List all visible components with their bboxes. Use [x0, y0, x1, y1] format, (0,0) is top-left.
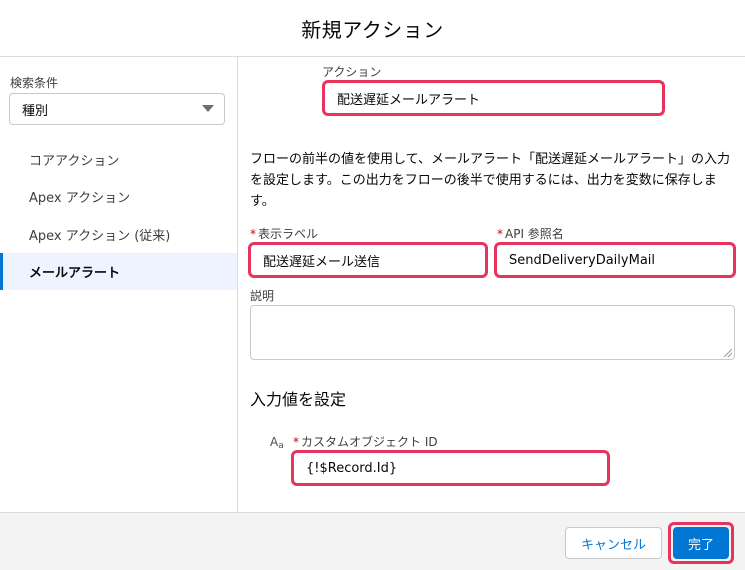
action-config-panel: アクション 配送遅延メールアラート フローの前半の値を使用して、メールアラート「… [238, 57, 745, 512]
sidebar-item-email-alerts[interactable]: メールアラート [0, 253, 237, 290]
modal-title: 新規アクション [301, 17, 444, 42]
explanation-textarea[interactable] [250, 305, 735, 360]
chevron-down-icon [202, 105, 214, 112]
custom-object-id-label: * カスタムオブジェクト ID [293, 433, 438, 450]
filter-label: 検索条件 [10, 76, 59, 90]
display-label-label: * 表示ラベル [250, 225, 318, 242]
required-mark: * [250, 227, 256, 241]
modal-footer: キャンセル 完了 [0, 512, 745, 570]
filter-select-value: 種別 [22, 103, 49, 119]
api-name-input[interactable]: SendDeliveryDailyMail [496, 244, 734, 276]
explanation-label: 説明 [250, 289, 275, 303]
sidebar-item-apex-actions-legacy[interactable]: Apex アクション (従来) [0, 216, 237, 253]
text-type-icon-sub: a [278, 441, 284, 451]
text-type-icon: Aa [270, 435, 284, 451]
display-label-input[interactable]: 配送遅延メール送信 [250, 244, 486, 276]
text-type-icon-main: A [270, 435, 279, 449]
sidebar-item-core-actions[interactable]: コアアクション [0, 141, 237, 178]
filter-type-select[interactable]: 種別 [9, 93, 225, 125]
api-name-text: API 参照名 [505, 227, 564, 241]
action-type-sidebar: 検索条件 種別 コアアクション Apex アクション Apex アクション (従… [0, 57, 238, 512]
required-mark: * [497, 227, 503, 241]
modal-header: 新規アクション [0, 0, 745, 57]
display-label-text: 表示ラベル [258, 227, 319, 241]
new-action-modal: 新規アクション 検索条件 種別 コアアクション Apex アクション Apex … [0, 0, 745, 570]
action-description-text: フローの前半の値を使用して、メールアラート「配送遅延メールアラート」の入力を設定… [250, 152, 730, 209]
action-label: アクション [322, 65, 382, 79]
custom-object-id-input[interactable]: {!$Record.Id} [293, 452, 608, 484]
sidebar-item-apex-actions[interactable]: Apex アクション [0, 178, 237, 215]
input-values-section-title: 入力値を設定 [250, 390, 347, 409]
api-name-label: * API 参照名 [497, 225, 564, 242]
custom-object-id-text: カスタムオブジェクト ID [301, 435, 438, 449]
done-button[interactable]: 完了 [673, 527, 729, 559]
action-value: 配送遅延メールアラート [337, 92, 481, 108]
required-mark: * [293, 435, 299, 449]
resize-grip-icon[interactable] [724, 349, 732, 357]
cancel-button[interactable]: キャンセル [565, 527, 662, 559]
